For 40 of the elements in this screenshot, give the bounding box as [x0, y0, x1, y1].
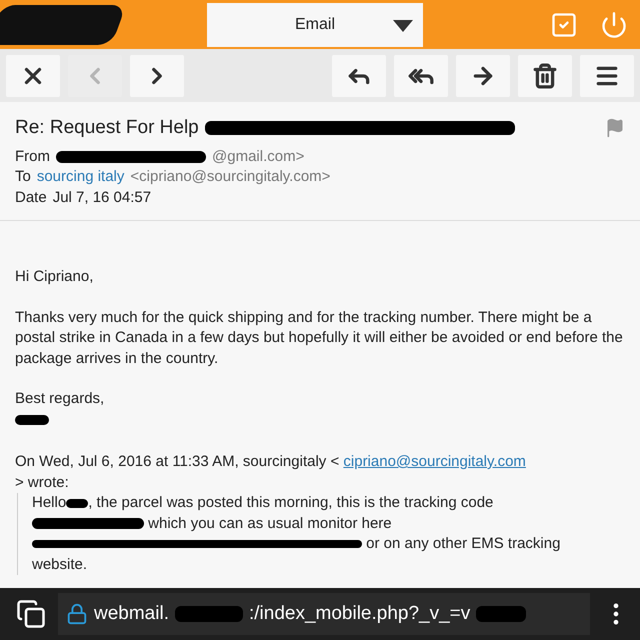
body-paragraph: Thanks very much for the quick shipping and for the tracking number. There might be a postal strike in Canada in a few days but hopefully it will either be avoided or end before the package arrives in the country.	[15, 308, 624, 368]
folder-select[interactable]: Email	[207, 2, 423, 46]
sender-address: @gmail.com>	[212, 146, 304, 166]
checkbox-icon[interactable]	[550, 10, 578, 38]
caret-icon	[393, 20, 413, 32]
quote-header: On Wed, Jul 6, 2016 at 11:33 AM, sourcingitaly <	[15, 453, 340, 470]
quoted-text: , the parcel was posted this morning, this is the tracking code	[88, 494, 494, 511]
chevron-right-button[interactable]	[130, 54, 184, 96]
quoted-text: or on any other EMS tracking	[366, 535, 560, 552]
date-value: Jul 7, 16 04:57	[52, 188, 152, 208]
redaction-mark	[15, 414, 49, 425]
quoted-text: website.	[32, 554, 88, 574]
reply-button[interactable]	[332, 54, 386, 96]
close-button[interactable]	[6, 54, 60, 96]
lock-icon	[66, 603, 88, 625]
trash-icon	[532, 62, 558, 88]
menu-button[interactable]	[580, 54, 634, 96]
trash-button[interactable]	[518, 54, 572, 96]
recipient-name[interactable]: sourcing italy	[36, 167, 124, 188]
from-label: From	[15, 146, 50, 166]
quoted-text: Hello	[32, 494, 66, 511]
flag-icon[interactable]	[605, 118, 625, 138]
arrow-right-button[interactable]	[456, 54, 510, 96]
quote-header: > wrote:	[15, 472, 70, 492]
redaction-mark	[476, 606, 526, 622]
redaction-mark	[174, 606, 243, 622]
recipient-address: <cipriano@sourcingitaly.com>	[130, 167, 330, 187]
email-subject: Re: Request For Help	[15, 118, 199, 138]
redaction-mark	[66, 498, 88, 508]
greeting-text: Hi Cipriano,	[15, 267, 94, 287]
tabs-icon[interactable]	[16, 599, 46, 629]
to-label: To	[15, 167, 31, 187]
email-link[interactable]: cipriano@sourcingitaly.com	[343, 453, 526, 470]
address-bar[interactable]: webmail. :/index_mobile.php?_v_=v	[58, 593, 590, 635]
url-text: webmail.	[94, 603, 169, 625]
reply-all-button[interactable]	[394, 54, 448, 96]
date-label: Date	[15, 188, 47, 208]
quoted-text: which you can as usual monitor here	[148, 514, 392, 532]
closing-text: Best regards,	[15, 389, 106, 409]
url-text: :/index_mobile.php?_v_=v	[248, 603, 470, 625]
